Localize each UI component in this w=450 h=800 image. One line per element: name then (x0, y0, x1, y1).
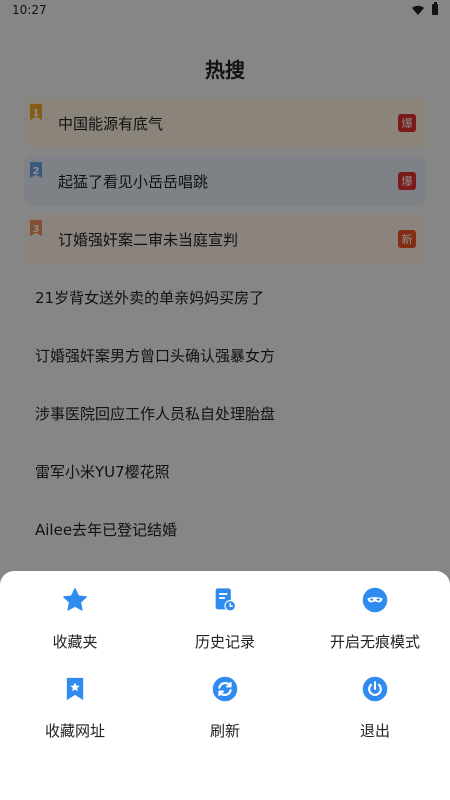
menu-item-history[interactable]: 历史记录 (150, 571, 300, 651)
menu-item-label: 历史记录 (194, 633, 255, 651)
menu-item-label: 收藏网址 (44, 722, 105, 740)
menu-item-refresh[interactable]: 刷新 (150, 660, 300, 740)
history-icon (211, 586, 239, 614)
menu-item-exit[interactable]: 退出 (300, 660, 450, 740)
menu-item-label: 退出 (359, 722, 390, 740)
bookmark-icon (61, 675, 89, 703)
power-icon (361, 675, 389, 703)
menu-item-label: 刷新 (209, 722, 240, 740)
star-icon (61, 586, 89, 614)
menu-item-label: 收藏夹 (52, 633, 98, 651)
menu-item-label: 开启无痕模式 (329, 633, 420, 651)
menu-item-incognito[interactable]: 开启无痕模式 (300, 571, 450, 651)
menu-item-bookmark-url[interactable]: 收藏网址 (0, 660, 150, 740)
bottom-menu-sheet: 收藏夹 历史记录 开启无痕模式 收藏网址 刷新 退出 (0, 571, 450, 800)
refresh-icon (211, 675, 239, 703)
menu-item-favorites[interactable]: 收藏夹 (0, 571, 150, 651)
incognito-mask-icon (361, 586, 389, 614)
